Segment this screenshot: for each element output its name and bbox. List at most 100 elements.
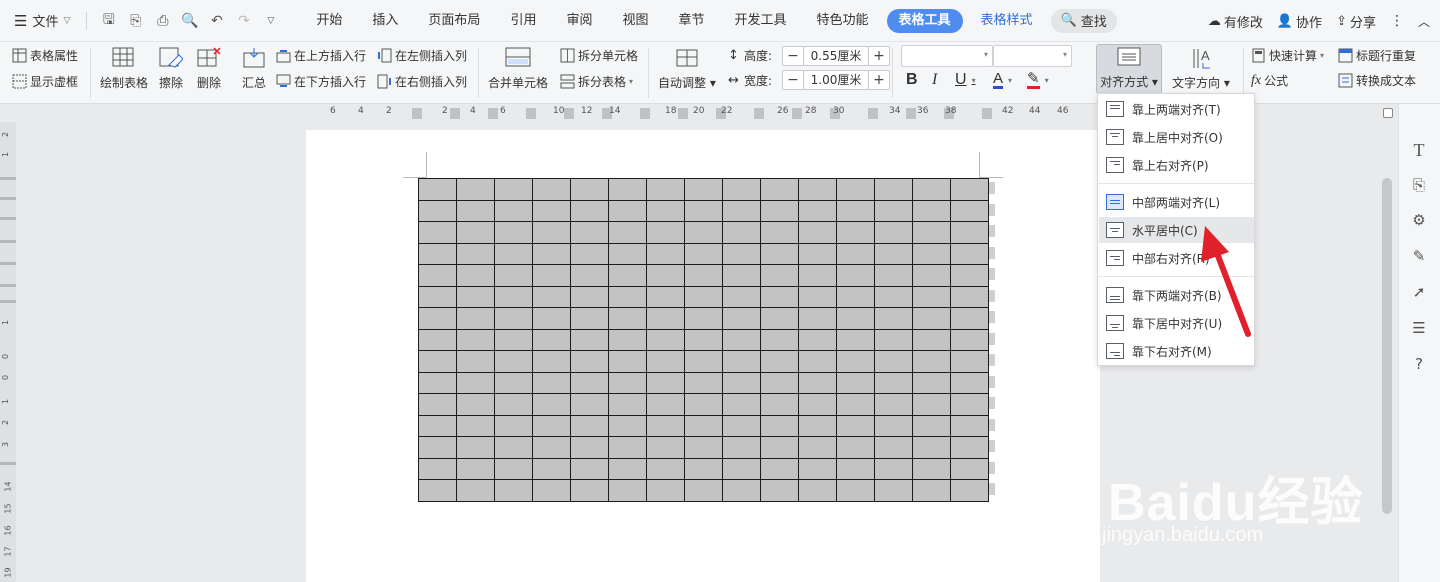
table-cell[interactable] (760, 371, 799, 394)
table-cell[interactable] (722, 457, 761, 480)
table-cell[interactable] (836, 457, 875, 480)
table-cell[interactable] (608, 285, 647, 308)
table-cell[interactable] (532, 436, 571, 459)
file-menu[interactable]: ☰ 文件 ▽ (0, 11, 80, 31)
table-cell[interactable] (760, 414, 799, 437)
table-cell[interactable] (684, 307, 723, 330)
save-icon[interactable]: 🖫 (101, 12, 116, 28)
table-cell[interactable] (608, 307, 647, 330)
table-cell[interactable] (684, 264, 723, 287)
table-cell[interactable] (608, 350, 647, 373)
table-cell[interactable] (722, 393, 761, 416)
table-cell[interactable] (570, 307, 609, 330)
table-cell[interactable] (494, 199, 533, 222)
height-increase-button[interactable]: + (869, 47, 889, 65)
table-cell[interactable] (722, 414, 761, 437)
ruler-toggle-icon[interactable] (1383, 108, 1393, 118)
table-cell[interactable] (684, 371, 723, 394)
table-cell[interactable] (836, 285, 875, 308)
table-cell[interactable] (532, 285, 571, 308)
document-table[interactable] (418, 178, 989, 502)
table-cell[interactable] (912, 285, 951, 308)
table-cell[interactable] (912, 264, 951, 287)
table-cell[interactable] (608, 436, 647, 459)
table-cell[interactable] (418, 350, 457, 373)
document-tools-icon[interactable]: ⎘ (1409, 175, 1429, 195)
insert-col-right-button[interactable]: 在右侧插入列 (377, 73, 467, 90)
redo-icon[interactable]: ↷ (236, 13, 251, 29)
align-top-justify-item[interactable]: 靠上两端对齐(T) (1099, 96, 1254, 122)
font-family-select[interactable]: ▾ (901, 45, 993, 67)
summary-button[interactable]: 汇总 (241, 46, 267, 91)
table-cell[interactable] (456, 307, 495, 330)
table-cell[interactable] (874, 436, 913, 459)
table-cell[interactable] (532, 178, 571, 201)
tab-developer[interactable]: 开发工具 (723, 9, 799, 33)
table-cell[interactable] (684, 414, 723, 437)
vertical-scrollbar[interactable] (1382, 178, 1392, 514)
show-gridlines-button[interactable]: 显示虚框 (12, 73, 78, 90)
table-cell[interactable] (418, 199, 457, 222)
table-cell[interactable] (494, 479, 533, 502)
table-cell[interactable] (836, 264, 875, 287)
table-cell[interactable] (570, 221, 609, 244)
table-cell[interactable] (950, 393, 989, 416)
table-cell[interactable] (532, 479, 571, 502)
table-cell[interactable] (874, 393, 913, 416)
table-cell[interactable] (760, 479, 799, 502)
table-cell[interactable] (722, 307, 761, 330)
repeat-header-button[interactable]: 标题行重复 (1338, 47, 1416, 64)
table-cell[interactable] (760, 457, 799, 480)
table-cell[interactable] (950, 285, 989, 308)
table-cell[interactable] (532, 199, 571, 222)
font-size-select[interactable]: ▾ (993, 45, 1072, 67)
table-cell[interactable] (722, 199, 761, 222)
table-cell[interactable] (874, 307, 913, 330)
table-cell[interactable] (418, 414, 457, 437)
collapse-ribbon-icon[interactable]: ︿ (1418, 13, 1430, 30)
table-cell[interactable] (722, 242, 761, 265)
cursor-icon[interactable]: ➚ (1409, 282, 1429, 302)
formula-button[interactable]: fx 公式 (1251, 72, 1288, 89)
sliders-icon[interactable]: ☰ (1409, 318, 1429, 338)
insert-row-below-button[interactable]: 在下方插入行 (276, 73, 366, 90)
tab-insert[interactable]: 插入 (360, 9, 410, 33)
split-table-button[interactable]: 拆分表格 ▾ (560, 73, 633, 90)
table-cell[interactable] (874, 242, 913, 265)
table-cell[interactable] (912, 393, 951, 416)
table-cell[interactable] (684, 178, 723, 201)
table-cell[interactable] (456, 436, 495, 459)
table-cell[interactable] (570, 479, 609, 502)
table-cell[interactable] (532, 307, 571, 330)
table-cell[interactable] (912, 350, 951, 373)
table-cell[interactable] (494, 285, 533, 308)
print-icon[interactable]: ⎙ (155, 13, 170, 29)
table-cell[interactable] (722, 178, 761, 201)
modified-button[interactable]: ☁ 有修改 (1208, 12, 1263, 31)
table-cell[interactable] (646, 178, 685, 201)
table-cell[interactable] (456, 199, 495, 222)
table-cell[interactable] (646, 436, 685, 459)
table-cell[interactable] (798, 264, 837, 287)
table-cell[interactable] (684, 479, 723, 502)
table-cell[interactable] (874, 264, 913, 287)
table-cell[interactable] (646, 285, 685, 308)
width-spinner[interactable]: − 1.00厘米 + (782, 70, 890, 90)
quick-calc-button[interactable]: 快速计算 ▾ (1251, 47, 1324, 64)
table-cell[interactable] (912, 457, 951, 480)
table-cell[interactable] (912, 414, 951, 437)
table-cell[interactable] (608, 457, 647, 480)
table-cell[interactable] (836, 436, 875, 459)
print-preview-icon[interactable]: 🔍 (181, 13, 198, 29)
height-spinner[interactable]: − 0.55厘米 + (782, 46, 890, 66)
table-cell[interactable] (608, 479, 647, 502)
table-cell[interactable] (874, 479, 913, 502)
table-cell[interactable] (684, 328, 723, 351)
table-cell[interactable] (912, 178, 951, 201)
pen-icon[interactable]: ✎ (1409, 246, 1429, 266)
table-cell[interactable] (418, 307, 457, 330)
table-cell[interactable] (798, 178, 837, 201)
table-cell[interactable] (646, 307, 685, 330)
table-cell[interactable] (950, 457, 989, 480)
table-cell[interactable] (418, 285, 457, 308)
